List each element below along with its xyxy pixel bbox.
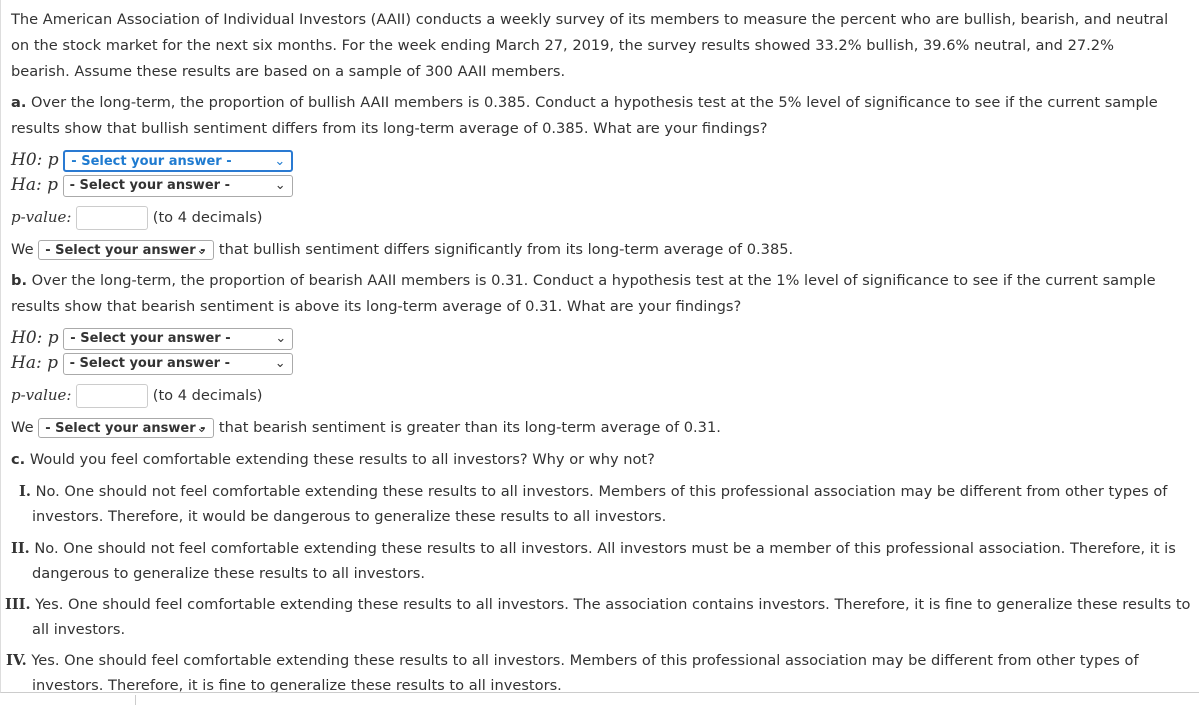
- ha-label: Ha: p: [11, 353, 58, 373]
- a-ha-select[interactable]: - Select your answer - ⌄: [62, 175, 293, 197]
- pvalue-label: p-value:: [11, 208, 72, 226]
- b-conclusion-text: that bearish sentiment is greater than i…: [218, 419, 721, 436]
- option-III[interactable]: III. Yes. One should feel comfortable ex…: [5, 592, 1190, 642]
- intro-line: bearish. Assume these results are based …: [11, 63, 566, 80]
- decimals-note: (to 4 decimals): [152, 387, 263, 404]
- chevron-down-icon: ⌄: [196, 421, 208, 436]
- option-II[interactable]: II. No. One should not feel comfortable …: [11, 536, 1176, 586]
- a-conclusion-text: that bullish sentiment differs significa…: [218, 241, 794, 258]
- intro-line: on the stock market for the next six mon…: [11, 37, 1114, 54]
- chevron-down-icon: ⌄: [275, 331, 287, 346]
- option-I[interactable]: I. No. One should not feel comfortable e…: [11, 479, 1167, 529]
- pvalue-label: p-value:: [11, 386, 72, 404]
- chevron-down-icon: ⌄: [274, 178, 286, 193]
- b-pvalue-input[interactable]: [76, 384, 149, 408]
- a-ha-row: Ha: p - Select your answer - ⌄: [11, 172, 293, 199]
- a-h0-select[interactable]: - Select your answer - ⌄: [63, 150, 294, 172]
- part-c-label: c.: [11, 451, 26, 468]
- part-a-text1: Over the long-term, the proportion of bu…: [26, 94, 1158, 111]
- part-c-text: c. Would you feel comfortable extending …: [11, 447, 655, 473]
- chevron-down-icon: ⌄: [274, 154, 286, 169]
- part-c-question: Would you feel comfortable extending the…: [25, 451, 655, 468]
- we-label: We: [11, 241, 34, 258]
- a-conclusion-row: We - Select your answer - ⌄ that bullish …: [11, 237, 793, 263]
- b-conclusion-row: We - Select your answer - ⌄ that bearish …: [11, 415, 721, 441]
- option-number: I.: [19, 483, 31, 500]
- option-text: No. One should not feel comfortable exte…: [34, 540, 1176, 557]
- divider: [135, 695, 136, 705]
- we-label: We: [11, 419, 34, 436]
- a-h0-row: H0: p - Select your answer - ⌄: [11, 147, 294, 174]
- part-b-text1: Over the long-term, the proportion of be…: [27, 272, 1156, 289]
- part-b-text2: results show that bearish sentiment is a…: [11, 298, 742, 315]
- option-text: investors. Therefore, it is fine to gene…: [32, 677, 562, 693]
- option-text: No. One should not feel comfortable exte…: [35, 483, 1168, 500]
- option-number: II.: [11, 540, 30, 557]
- h0-label: H0: p: [11, 328, 59, 348]
- b-conclusion-select[interactable]: - Select your answer - ⌄: [38, 418, 215, 438]
- option-IV[interactable]: IV. Yes. One should feel comfortable ext…: [6, 648, 1139, 693]
- chevron-down-icon: ⌄: [196, 243, 208, 258]
- h0-label: H0: p: [11, 150, 59, 170]
- b-ha-select[interactable]: - Select your answer - ⌄: [62, 353, 293, 375]
- a-conclusion-select[interactable]: - Select your answer - ⌄: [38, 240, 215, 260]
- b-pvalue-row: p-value: (to 4 decimals): [11, 382, 263, 409]
- a-pvalue-row: p-value: (to 4 decimals): [11, 204, 263, 231]
- option-text: Yes. One should feel comfortable extendi…: [31, 652, 1139, 669]
- option-number: III.: [5, 596, 31, 613]
- intro-line: The American Association of Individual I…: [11, 11, 1169, 28]
- decimals-note: (to 4 decimals): [152, 209, 263, 226]
- option-number: IV.: [6, 652, 27, 669]
- chevron-down-icon: ⌄: [274, 356, 286, 371]
- part-a-label: a.: [11, 94, 27, 111]
- part-a-text2: results show that bullish sentiment diff…: [11, 120, 768, 137]
- part-b-label: b.: [11, 272, 27, 289]
- b-h0-select[interactable]: - Select your answer - ⌄: [63, 328, 294, 350]
- option-text: investors. Therefore, it would be danger…: [32, 508, 667, 525]
- option-text: all investors.: [32, 621, 126, 638]
- part-b-text: b. Over the long-term, the proportion of…: [11, 268, 1156, 294]
- option-text: dangerous to generalize these results to…: [32, 565, 425, 582]
- ha-label: Ha: p: [11, 175, 58, 195]
- b-ha-row: Ha: p - Select your answer - ⌄: [11, 350, 293, 377]
- part-a-text: a. Over the long-term, the proportion of…: [11, 90, 1158, 116]
- option-text: Yes. One should feel comfortable extendi…: [35, 596, 1191, 613]
- b-h0-row: H0: p - Select your answer - ⌄: [11, 325, 294, 352]
- a-pvalue-input[interactable]: [76, 206, 149, 230]
- question-panel: The American Association of Individual I…: [0, 0, 1199, 693]
